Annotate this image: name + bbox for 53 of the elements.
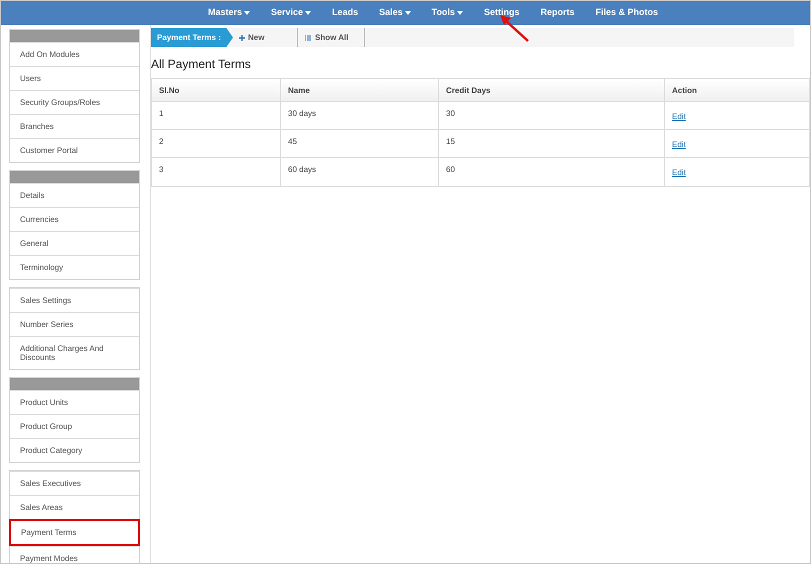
show-all-button[interactable]: Show All [298,28,365,47]
edit-link[interactable]: Edit [672,167,686,179]
table-cell: 3 [159,165,164,174]
sidebar-item[interactable]: Add On Modules [10,42,139,66]
table-cell: 30 [446,109,455,118]
sidebar-item[interactable]: Product Group [10,414,139,438]
column-header: Sl.No [152,79,281,101]
sidebar-item[interactable]: Customer Portal [10,138,139,162]
table-cell: 2 [159,137,164,146]
table-cell: 45 [288,137,297,146]
table-cell: 60 [446,165,455,174]
caret-icon [305,11,312,15]
sidebar-item[interactable]: Product Category [10,438,139,462]
sidebar-item[interactable]: Payment Terms [9,519,140,546]
section-label: Payment Terms : [151,28,233,47]
nav-link[interactable]: Tools [432,6,463,20]
nav-link[interactable]: Leads [332,6,358,20]
nav-link[interactable]: Sales [379,6,411,20]
sidebar-item[interactable]: Currencies [10,207,139,231]
page-title: All Payment Terms [151,56,252,73]
sidebar-item[interactable]: Branches [10,114,139,138]
column-header: Action [671,85,698,97]
plus-icon [239,34,245,40]
sidebar-item[interactable]: Product Units [10,390,139,414]
sidebar-item[interactable]: Sales Areas [10,495,139,519]
table-cell: 30 days [288,109,316,118]
nav-link[interactable]: Reports [540,6,574,20]
caret-icon [244,11,250,15]
table-cell: 15 [446,137,455,146]
caret-icon [456,11,463,15]
sidebar-item[interactable]: Terminology [10,255,139,279]
sidebar-item[interactable]: Sales Executives [10,471,139,495]
caret-icon [404,11,411,15]
nav-link[interactable]: Files & Photos [595,6,658,20]
sidebar-item[interactable]: Users [10,66,139,90]
new-button[interactable]: New [233,28,298,47]
sidebar-item[interactable]: Number Series [10,312,139,336]
table-cell: 60 days [288,165,316,174]
nav-link[interactable]: Service [271,6,312,20]
sidebar-item[interactable]: General [10,231,139,255]
list-icon [305,34,311,40]
nav-link[interactable]: Masters [208,6,250,20]
sidebar-item[interactable]: Additional Charges And Discounts [10,336,139,369]
sidebar-item[interactable]: Sales Settings [10,288,139,312]
sidebar-item[interactable]: Security Groups/Roles [10,90,139,114]
nav-link[interactable]: Settings [484,6,520,20]
sidebar-item[interactable]: Payment Modes [10,546,139,563]
table-cell: 1 [159,109,164,118]
column-header: Name [281,79,439,101]
column-header: Credit Days [439,79,665,101]
sidebar-item[interactable]: Details [10,183,139,207]
edit-link[interactable]: Edit [672,139,686,151]
edit-link[interactable]: Edit [672,111,686,123]
